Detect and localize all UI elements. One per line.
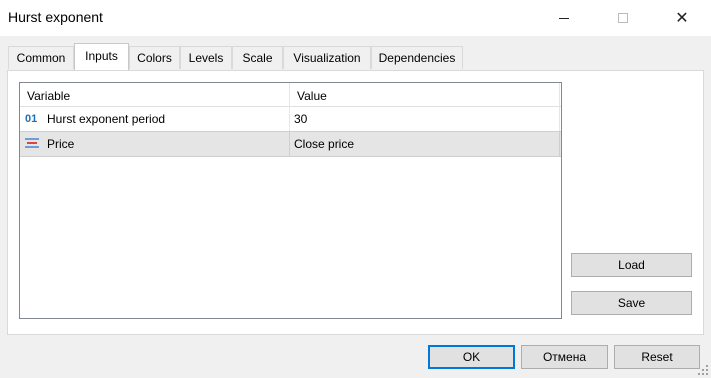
variable-cell: 01 Hurst exponent period	[20, 107, 290, 131]
int-type-icon: 01	[25, 113, 38, 125]
cancel-button[interactable]: Отмена	[521, 345, 608, 369]
tab-dependencies[interactable]: Dependencies	[371, 46, 463, 69]
value-text: 30	[294, 112, 308, 126]
tab-levels[interactable]: Levels	[180, 46, 232, 69]
variable-cell: Price	[20, 132, 290, 156]
tab-colors[interactable]: Colors	[129, 46, 180, 69]
save-button[interactable]: Save	[571, 291, 692, 315]
tab-visualization[interactable]: Visualization	[283, 46, 371, 69]
table-row-selected[interactable]: Price Close price	[20, 131, 561, 157]
tab-common[interactable]: Common	[8, 46, 74, 69]
tab-scale[interactable]: Scale	[232, 46, 283, 69]
close-button[interactable]: ✕	[655, 0, 709, 36]
window-title: Hurst exponent	[8, 9, 103, 25]
grid-header: Variable Value	[20, 83, 561, 107]
close-icon: ✕	[675, 10, 689, 27]
title-bar: Hurst exponent ✕	[0, 0, 711, 36]
table-row[interactable]: 01 Hurst exponent period 30	[20, 107, 561, 131]
value-cell[interactable]: 30	[290, 107, 560, 131]
ok-button[interactable]: OK	[428, 345, 515, 369]
resize-grip-icon[interactable]	[697, 364, 709, 376]
tab-inputs[interactable]: Inputs	[74, 43, 129, 70]
load-button[interactable]: Load	[571, 253, 692, 277]
value-cell[interactable]: Close price	[290, 132, 560, 156]
variable-label: Price	[47, 137, 75, 151]
column-header-value[interactable]: Value	[290, 83, 560, 106]
variable-label: Hurst exponent period	[47, 112, 166, 126]
reset-button[interactable]: Reset	[614, 345, 700, 369]
value-text: Close price	[294, 137, 355, 151]
minimize-icon	[559, 17, 569, 19]
maximize-button[interactable]	[596, 0, 650, 36]
minimize-button[interactable]	[537, 0, 591, 36]
inputs-grid: Variable Value 01 Hurst exponent period …	[19, 82, 562, 319]
price-type-icon	[25, 138, 39, 150]
column-header-variable[interactable]: Variable	[20, 83, 290, 106]
maximize-icon	[618, 13, 628, 23]
